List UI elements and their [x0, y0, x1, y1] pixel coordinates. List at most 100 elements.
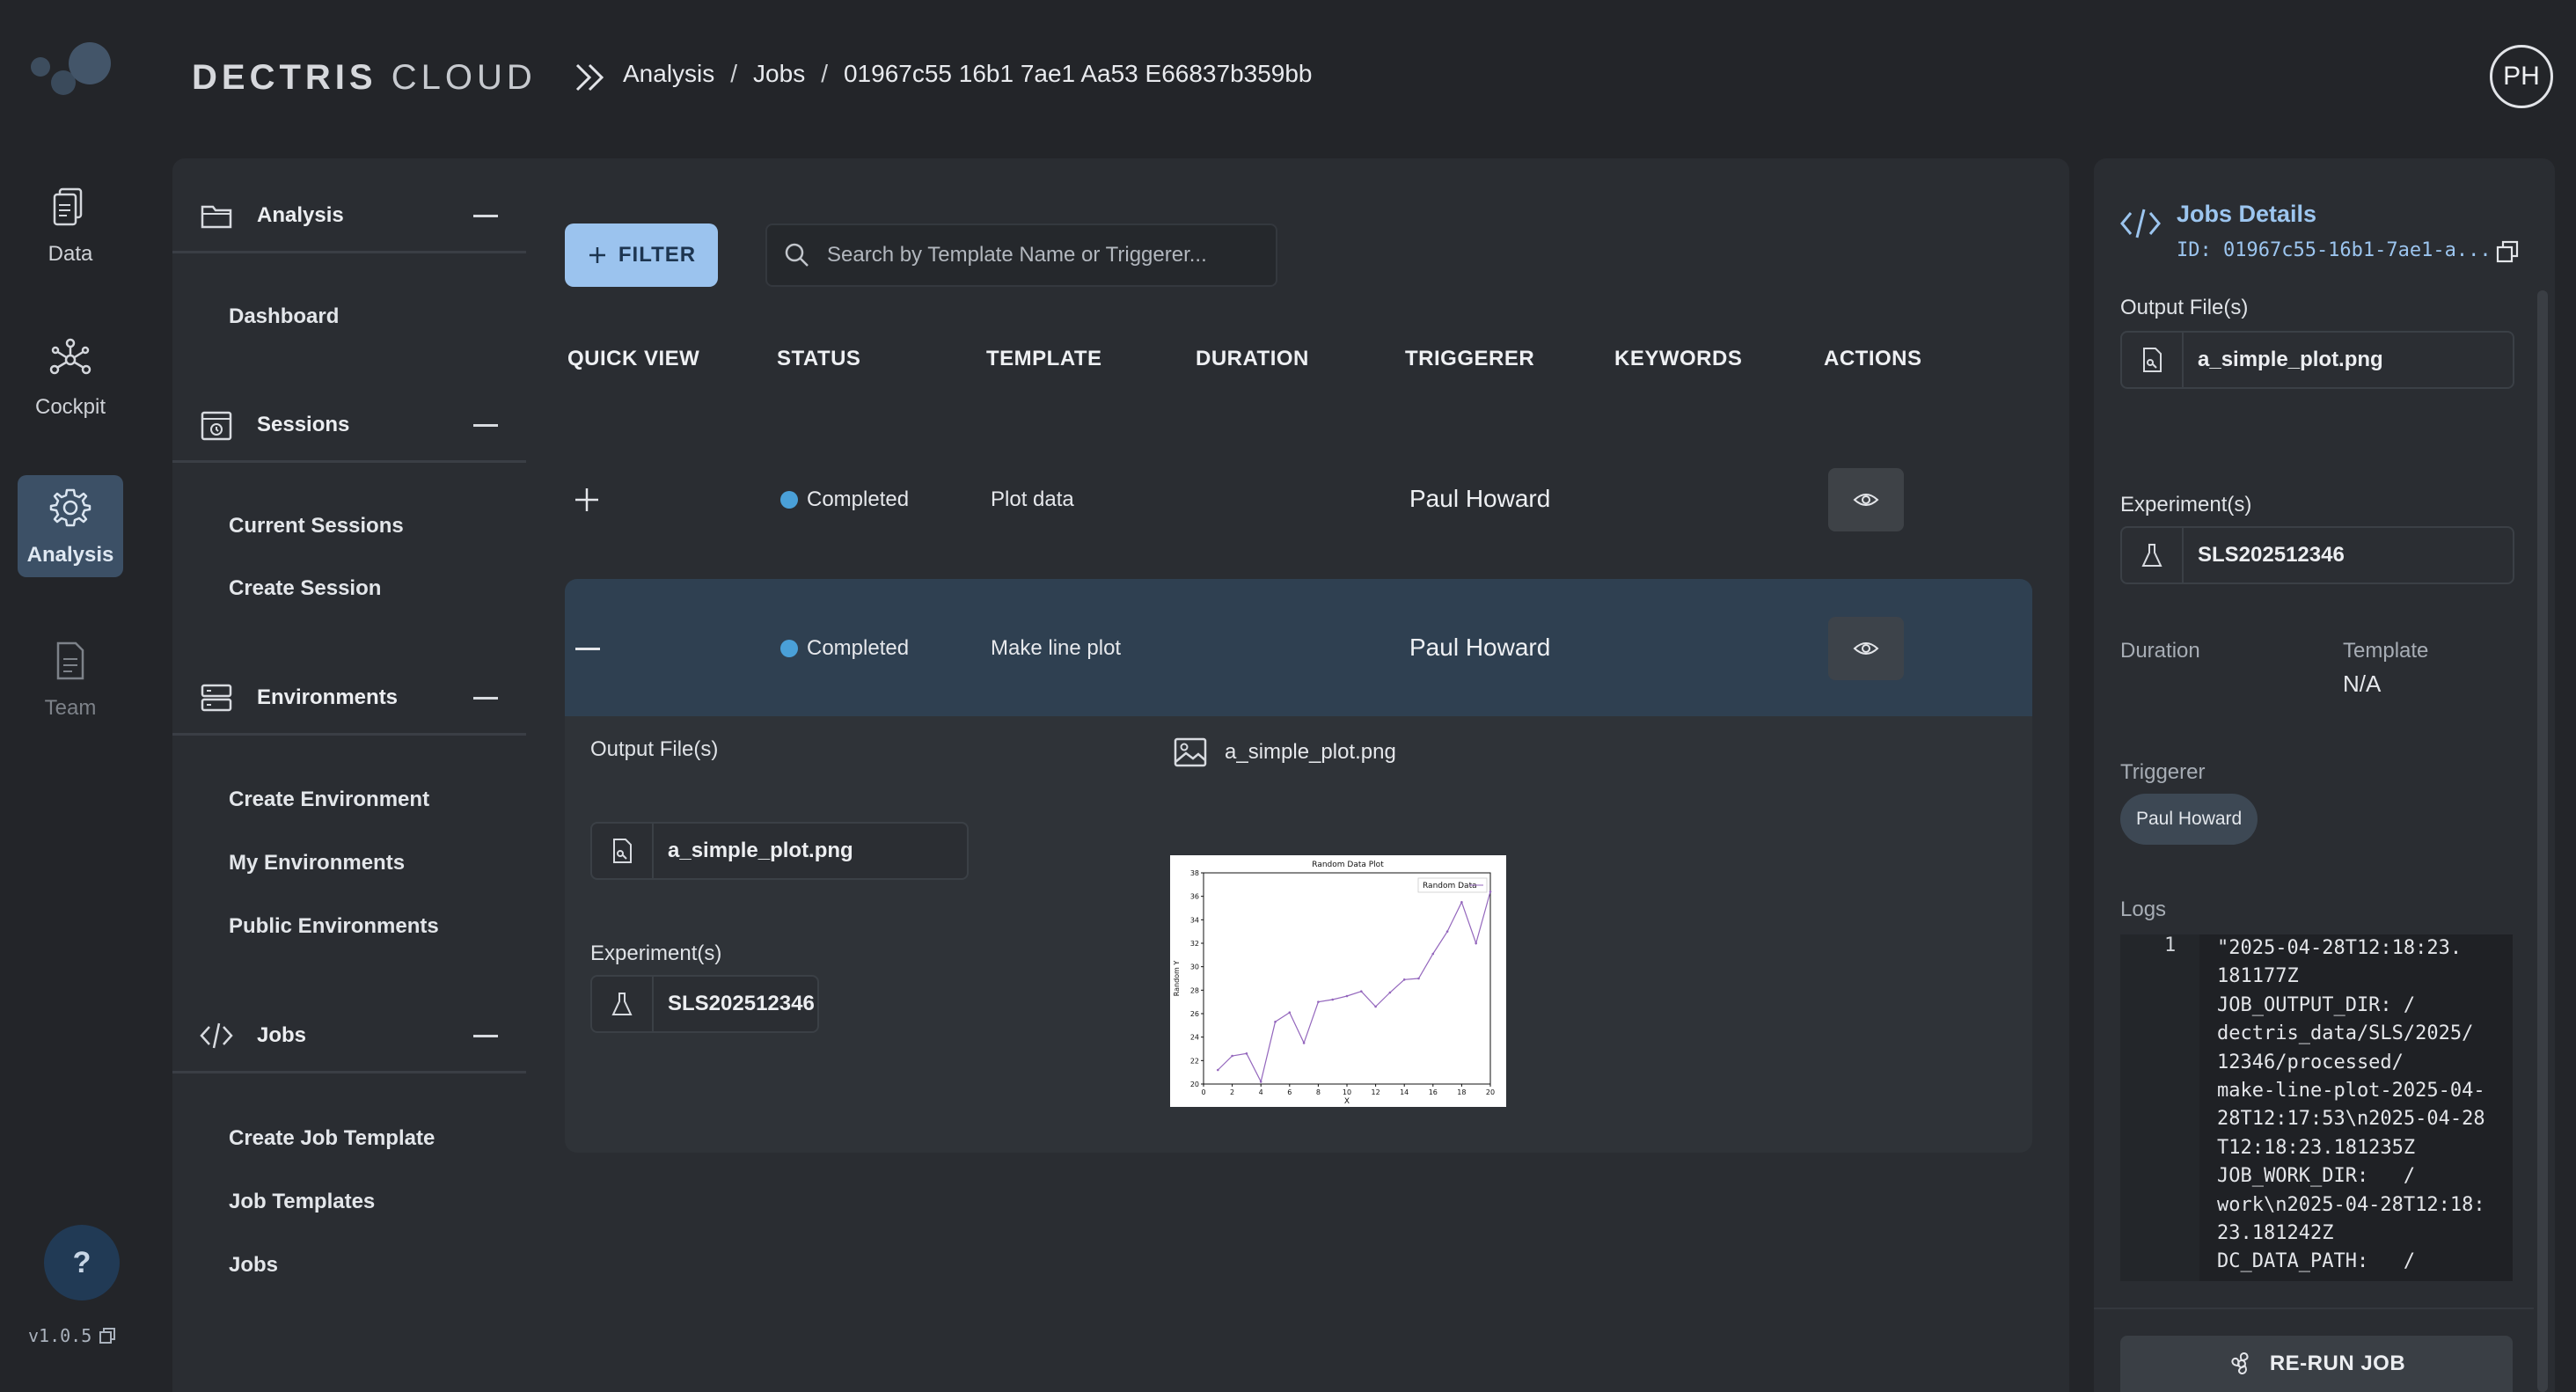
help-button[interactable]: ? [44, 1225, 120, 1300]
details-triggerer-chip[interactable]: Paul Howard [2120, 794, 2258, 845]
plot-point [1217, 1068, 1219, 1072]
nav-section-title: Environments [257, 685, 399, 709]
copy-icon[interactable] [2495, 239, 2520, 264]
x-tick-label: 6 [1287, 1088, 1292, 1096]
logs-text: "2025-04-28T12:18:23. 181177Z JOB_OUTPUT… [2217, 937, 2485, 1281]
breadcrumb: Analysis / Jobs / 01967c55 16b1 7ae1 Aa5… [623, 60, 1313, 88]
plot-point [1274, 1021, 1277, 1023]
nav-section-title: Jobs [257, 1022, 307, 1047]
rail-label-cockpit: Cockpit [34, 395, 106, 419]
plot-point [1445, 930, 1449, 933]
nav-link-job-templates[interactable]: Job Templates [229, 1190, 375, 1214]
collapse-icon[interactable] [473, 215, 498, 217]
collapse-icon[interactable] [473, 424, 498, 427]
status-dot [780, 491, 798, 509]
plot-point [1259, 1081, 1262, 1083]
user-avatar[interactable]: PH [2490, 45, 2553, 108]
rerun-label: RE-RUN JOB [2269, 1352, 2406, 1375]
plot-point [1489, 890, 1492, 893]
expand-row-icon[interactable] [574, 487, 600, 513]
nav-link-dashboard[interactable]: Dashboard [229, 304, 339, 329]
nav-section-title: Sessions [257, 412, 350, 436]
plot-point [1331, 998, 1334, 1001]
plot-series-line [1217, 891, 1491, 1084]
y-tick-label: 32 [1190, 940, 1199, 948]
nav-link-create-session[interactable]: Create Session [229, 576, 381, 601]
rail-item-cockpit[interactable]: Cockpit [18, 326, 123, 431]
details-triggerer-label: Triggerer [2120, 760, 2206, 784]
image-preview-title: a_simple_plot.png [1174, 737, 1396, 767]
breadcrumb-jobs[interactable]: Jobs [753, 60, 805, 88]
output-file-chip[interactable]: a_simple_plot.png [590, 822, 969, 880]
y-tick-label: 34 [1190, 916, 1199, 924]
filter-button[interactable]: FILTER [565, 223, 718, 287]
details-experiment-chip[interactable]: SLS202512346 [2120, 526, 2514, 584]
rail-item-analysis[interactable]: Analysis [18, 475, 123, 577]
line-plot: Random Data Plot 0 2 4 6 8 10 12 14 16 18 20 20222… [1173, 861, 1495, 1106]
x-tick-label: 10 [1343, 1088, 1351, 1096]
status-text: Completed [807, 636, 910, 660]
details-output-file-chip[interactable]: a_simple_plot.png [2120, 331, 2514, 389]
x-tick-label: 12 [1372, 1088, 1380, 1096]
app-logo-icon[interactable] [28, 39, 116, 109]
cell-triggerer: Paul Howard [1409, 634, 1551, 661]
details-template-label: Template [2343, 639, 2429, 663]
details-scrollbar[interactable] [2537, 290, 2548, 1392]
copy-icon[interactable] [99, 1327, 116, 1344]
column-header-template[interactable]: TEMPLATE [986, 347, 1102, 371]
collapse-row-icon[interactable] [575, 648, 600, 650]
nav-link-my-environments[interactable]: My Environments [229, 851, 405, 875]
collapse-icon[interactable] [473, 697, 498, 700]
view-job-button[interactable] [1828, 617, 1904, 680]
y-tick-label: 30 [1190, 963, 1199, 971]
nav-link-jobs[interactable]: Jobs [229, 1253, 278, 1278]
plot-point [1245, 1052, 1248, 1055]
nav-section-sessions[interactable]: Sessions [172, 389, 526, 463]
column-header-status[interactable]: STATUS [777, 347, 860, 371]
nav-section-analysis[interactable]: Analysis [172, 179, 526, 253]
version-label[interactable]: v1.0.5 [28, 1325, 116, 1346]
plot-point [1475, 941, 1477, 945]
collapse-icon[interactable] [473, 1035, 498, 1037]
nav-link-create-environment[interactable]: Create Environment [229, 788, 429, 812]
x-tick-label: 18 [1457, 1088, 1466, 1096]
nav-section-jobs[interactable]: Jobs [172, 1000, 526, 1073]
rail-item-team[interactable]: Team [18, 626, 123, 732]
x-tick-label: 4 [1259, 1088, 1263, 1096]
rerun-job-button[interactable]: RE-RUN JOB [2120, 1336, 2513, 1392]
plot-preview-image[interactable]: Random Data Plot 0 2 4 6 8 10 12 14 16 18 20 20 22 2… [1170, 855, 1506, 1107]
flask-icon [2122, 528, 2184, 582]
data-icon [53, 187, 83, 226]
column-header-triggerer[interactable]: TRIGGERER [1405, 347, 1534, 371]
nav-section-title: Analysis [257, 202, 344, 227]
column-header-quick-view: QUICK VIEW [567, 347, 700, 370]
gear-icon [49, 488, 91, 527]
x-tick-label: 14 [1400, 1088, 1409, 1096]
plot-xlabel: X [1344, 1097, 1350, 1106]
nav-link-public-environments[interactable]: Public Environments [229, 914, 439, 939]
brand-logo[interactable]: DECTRIS CLOUD [192, 58, 537, 98]
column-header-duration[interactable]: DURATION [1196, 347, 1309, 371]
logs-viewer[interactable]: 1 "2025-04-28T12:18:23. 181177Z JOB_OUTP… [2120, 934, 2513, 1281]
plot-point [1288, 1011, 1292, 1014]
breadcrumb-analysis[interactable]: Analysis [623, 60, 714, 88]
search-field[interactable] [765, 223, 1277, 287]
x-tick-label: 20 [1486, 1088, 1495, 1096]
experiment-chip[interactable]: SLS202512346 [590, 975, 819, 1033]
double-chevron-right-icon[interactable] [572, 60, 607, 95]
nav-link-create-job-template[interactable]: Create Job Template [229, 1126, 435, 1151]
session-icon [201, 411, 232, 440]
search-input[interactable] [827, 243, 1249, 267]
rail-item-data[interactable]: Data [18, 172, 123, 278]
cell-template: Plot data [991, 487, 1074, 511]
plot-point [1431, 952, 1435, 956]
y-tick-label: 28 [1190, 986, 1199, 994]
cockpit-icon [49, 338, 91, 375]
nav-link-current-sessions[interactable]: Current Sessions [229, 514, 404, 538]
x-tick-label: 8 [1316, 1088, 1321, 1096]
view-job-button[interactable] [1828, 468, 1904, 531]
nav-section-environments[interactable]: Environments [172, 662, 526, 736]
y-tick-label: 26 [1190, 1010, 1199, 1018]
plot-point [1360, 990, 1363, 993]
details-logs-label: Logs [2120, 897, 2167, 921]
